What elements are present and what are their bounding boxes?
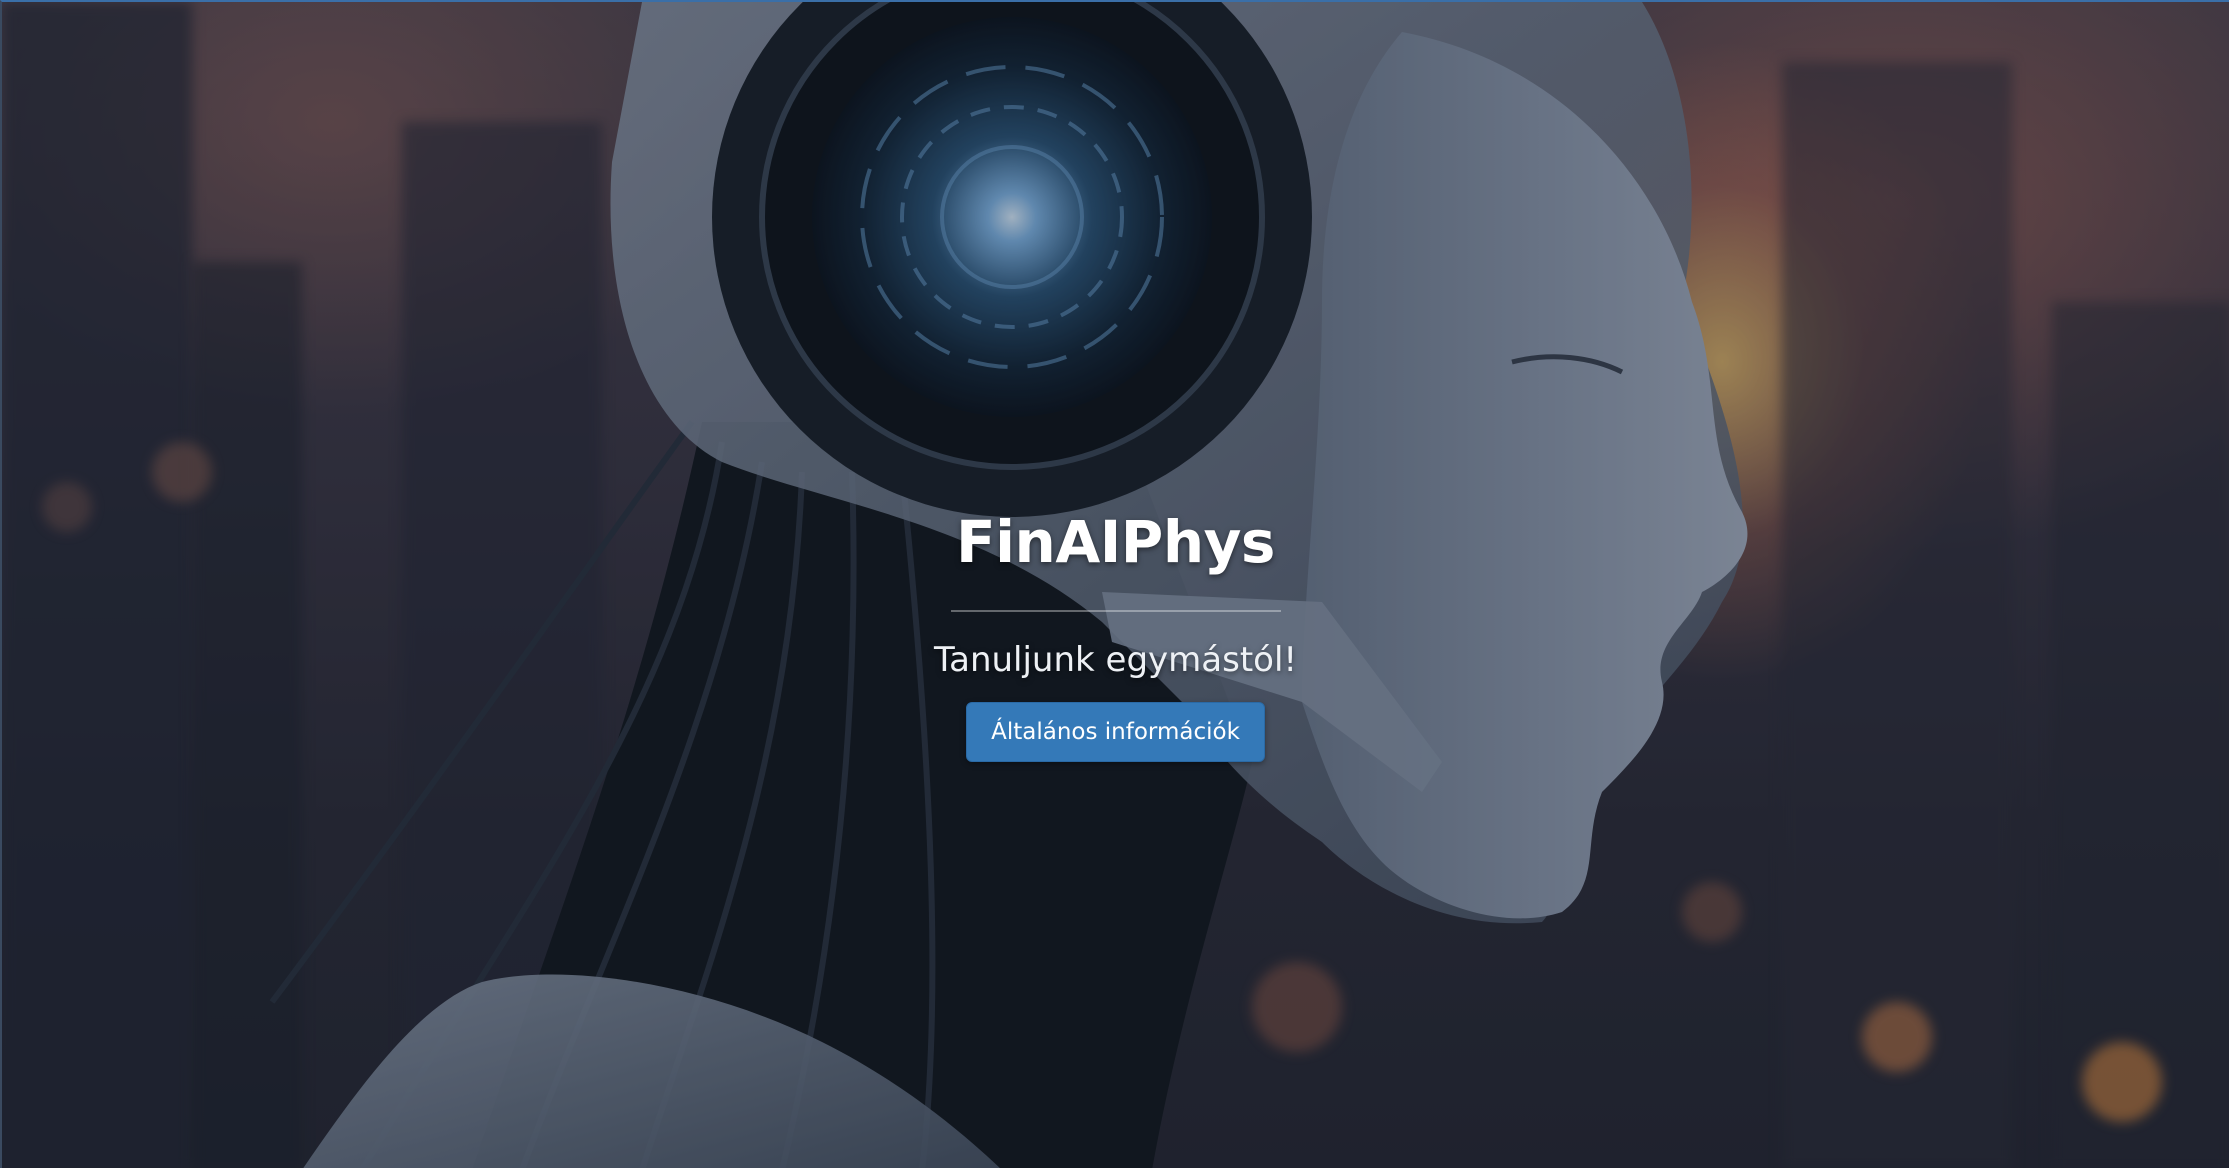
site-title: FinAIPhys (956, 508, 1275, 576)
hero-section: FinAIPhys Tanuljunk egymástól! Általános… (0, 0, 2229, 1168)
site-tagline: Tanuljunk egymástól! (933, 640, 1298, 680)
general-info-button[interactable]: Általános információk (966, 702, 1265, 762)
title-divider (950, 610, 1281, 612)
hero-content: FinAIPhys Tanuljunk egymástól! Általános… (2, 502, 2229, 762)
